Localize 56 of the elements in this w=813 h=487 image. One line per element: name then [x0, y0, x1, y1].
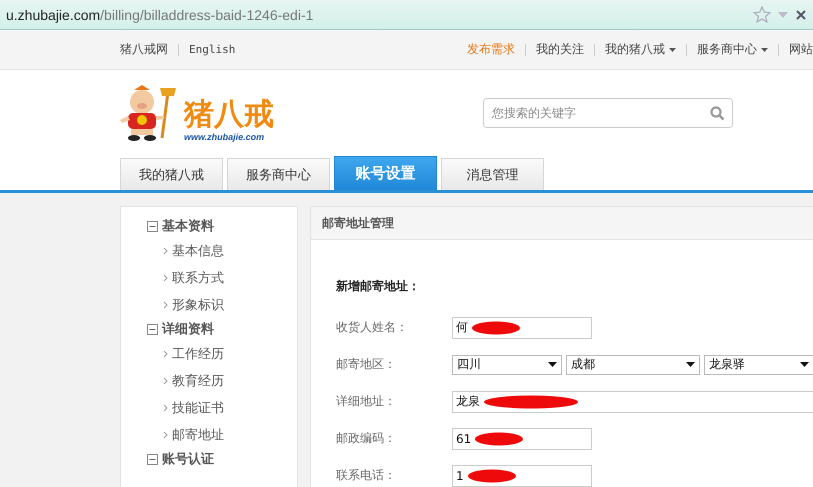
dropdown-select[interactable]: 成都: [566, 354, 700, 374]
input-field[interactable]: 61: [452, 428, 592, 450]
nav-tab[interactable]: 我的猪八戒: [120, 158, 223, 190]
caret-icon[interactable]: [686, 362, 695, 367]
logo-url: www.zhubajie.com: [184, 132, 266, 142]
nav-link[interactable]: English: [189, 43, 236, 56]
nav-link[interactable]: 我的猪八戒: [605, 41, 676, 58]
collapse-icon[interactable]: [147, 220, 158, 232]
sidebar-item[interactable]: 基本信息: [172, 242, 224, 260]
input-field[interactable]: 1: [452, 464, 592, 486]
field-label: 详细地址：: [336, 393, 397, 410]
sidebar-item[interactable]: 工作经历: [172, 344, 224, 362]
sidebar-item[interactable]: 邮寄地址: [172, 426, 224, 444]
caret-icon[interactable]: [761, 48, 768, 52]
field-label: 收货人姓名：: [336, 319, 409, 336]
field-label: 联系电话：: [336, 467, 397, 484]
nav-link[interactable]: 我的关注: [536, 41, 584, 58]
dropdown-select[interactable]: 龙泉驿: [704, 354, 813, 374]
chevron-icon: [163, 350, 168, 358]
nav-link[interactable]: 猪八戒网: [120, 41, 168, 58]
collapse-icon[interactable]: [147, 454, 158, 464]
field-label: 邮政编码：: [336, 430, 397, 447]
star-icon[interactable]: [753, 6, 771, 23]
chevron-icon: [163, 430, 168, 438]
sidebar-group-title[interactable]: 基本资料: [162, 217, 214, 235]
chevron-icon: [163, 404, 168, 412]
close-icon[interactable]: [795, 8, 807, 20]
nav-tab[interactable]: 消息管理: [441, 158, 544, 190]
chevron-icon: [163, 246, 168, 254]
sidebar-item[interactable]: 联系方式: [172, 268, 224, 286]
collapse-icon[interactable]: [147, 324, 158, 334]
chevron-icon: [163, 300, 168, 308]
sidebar-group-title[interactable]: 详细资料: [162, 320, 214, 338]
logo-wordmark: 猪八戒: [184, 98, 274, 132]
nav-link[interactable]: 服务商中心: [697, 41, 768, 58]
sidebar-group-title[interactable]: 账号认证: [162, 450, 214, 468]
form-title: 新增邮寄地址：: [336, 278, 421, 295]
url-text: u.zhubajie.com/billing/billaddress-baid-1246-edi-1: [6, 6, 314, 22]
nav-link[interactable]: 网站: [789, 41, 813, 58]
caret-icon[interactable]: [548, 362, 557, 367]
caret-icon[interactable]: [800, 362, 809, 367]
search-icon[interactable]: [710, 106, 725, 120]
field-label: 邮寄地区：: [336, 356, 397, 373]
sidebar-item[interactable]: 形象标识: [172, 296, 224, 314]
input-field[interactable]: 何: [452, 316, 592, 338]
chevron-icon: [163, 376, 168, 384]
search-field[interactable]: 您搜索的关键字: [483, 98, 733, 128]
nav-tab[interactable]: 服务商中心: [227, 158, 330, 190]
sidebar-item[interactable]: 教育经历: [172, 372, 224, 390]
chevron-icon: [163, 274, 168, 282]
address-bar[interactable]: u.zhubajie.com/billing/billaddress-baid-1246-edi-1: [0, 0, 813, 30]
input-field[interactable]: 龙泉: [452, 390, 813, 412]
sidebar-item[interactable]: 技能证书: [172, 398, 224, 416]
dropdown-select[interactable]: 四川: [452, 354, 562, 374]
caret-icon[interactable]: [669, 48, 676, 52]
panel-title: 邮寄地址管理: [322, 214, 394, 232]
